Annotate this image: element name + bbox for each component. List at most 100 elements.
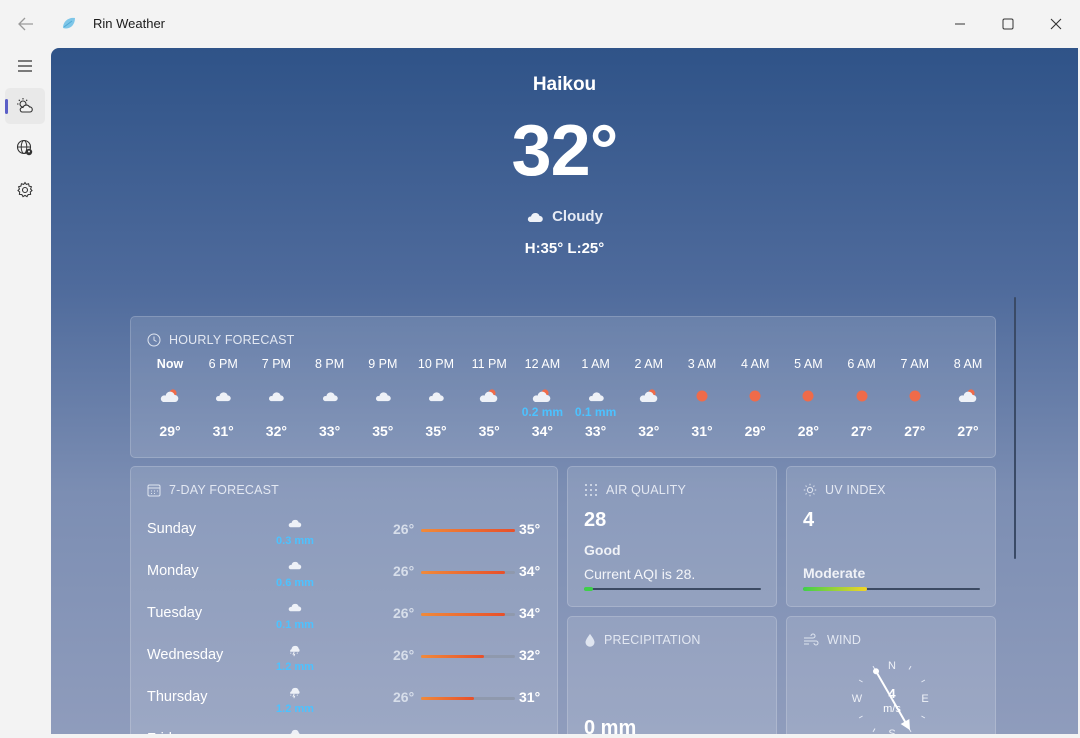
- thunderstorm-icon: [275, 685, 315, 699]
- precipitation-value: 0 mm: [584, 717, 637, 734]
- wind-speed: 4: [888, 686, 896, 701]
- wind-title: WIND: [827, 633, 862, 647]
- day-name: Wednesday: [147, 647, 224, 663]
- hour-temperature: 31°: [212, 423, 234, 439]
- hourly-item: Now 29°: [143, 357, 197, 439]
- window-title: Rin Weather: [93, 16, 166, 31]
- compass-north: N: [888, 660, 896, 672]
- wind-compass: N E W S 4 m/s: [852, 660, 929, 734]
- day-low-temperature: 26°: [393, 731, 414, 734]
- uv-scale-bar: [803, 587, 980, 591]
- nav-item-weather[interactable]: [5, 88, 45, 124]
- hour-precipitation: 0.1 mm: [574, 405, 617, 419]
- hourly-forecast-header: HOURLY FORECAST: [147, 333, 294, 347]
- hour-precipitation: [781, 405, 835, 419]
- cloud-icon: [275, 559, 315, 571]
- city-name: Haikou: [532, 74, 597, 95]
- hourly-forecast-card: HOURLY FORECAST Now 29° 6 PM 31° 7 PM 32° 8 PM…: [130, 316, 996, 458]
- wind-header: WIND: [803, 633, 861, 647]
- compass-tick: [908, 665, 912, 670]
- day-precipitation: 1.2 mm: [276, 661, 314, 673]
- day-name: Thursday: [147, 689, 208, 705]
- hour-label: 8 AM: [953, 357, 983, 371]
- day-temperature-range-fill: [421, 571, 505, 574]
- hour-label: 10 PM: [417, 357, 455, 371]
- hour-temperature: 33°: [585, 423, 607, 439]
- hourly-item: 5 AM 28°: [781, 357, 835, 439]
- cloud-icon: [527, 212, 543, 222]
- globe-location-icon: [16, 139, 33, 156]
- nav-item-settings[interactable]: [5, 172, 45, 208]
- maximize-button[interactable]: [988, 8, 1028, 40]
- weather-content[interactable]: Haikou 32° Cloudy H:35° L:25° HOURLY FOR…: [51, 48, 1078, 734]
- hourly-item: 6 AM 27°: [835, 357, 889, 439]
- gear-icon: [17, 181, 33, 198]
- hourly-item: 3 AM 31°: [675, 357, 729, 439]
- hour-temperature: 29°: [744, 423, 766, 439]
- sun-icon: [803, 483, 817, 497]
- close-icon: [1050, 18, 1062, 30]
- weather-icon: [17, 98, 33, 113]
- hour-temperature: 35°: [478, 423, 500, 439]
- precipitation-title: PRECIPITATION: [604, 633, 701, 647]
- hourly-item: 8 PM 33°: [303, 357, 357, 439]
- hour-precipitation: [888, 405, 942, 419]
- hour-label: 9 PM: [368, 357, 398, 371]
- day-name: Monday: [147, 563, 199, 579]
- day-high-temperature: 35°: [519, 521, 541, 537]
- current-temperature: 32°: [511, 111, 619, 191]
- hour-label: 4 AM: [740, 357, 770, 371]
- hour-label: 7 PM: [261, 357, 291, 371]
- compass-south: S: [888, 728, 895, 734]
- close-button[interactable]: [1036, 8, 1076, 40]
- daily-forecast-card: 7-DAY FORECAST Sunday 0.3 mm 26° 35° Monday 0…: [130, 466, 558, 734]
- hour-precipitation: [409, 405, 463, 419]
- hour-precipitation: 0.2 mm: [521, 405, 564, 419]
- back-button[interactable]: [12, 12, 40, 36]
- hourly-forecast-title: HOURLY FORECAST: [169, 333, 295, 347]
- hour-precipitation: [303, 405, 357, 419]
- minimize-button[interactable]: [940, 8, 980, 40]
- thunderstorm-icon: [275, 727, 315, 734]
- daily-forecast-title: 7-DAY FORECAST: [169, 483, 279, 497]
- day-precipitation: 1.2 mm: [276, 703, 314, 715]
- hour-temperature: 27°: [957, 423, 979, 439]
- day-precipitation: 0.1 mm: [276, 619, 314, 631]
- hour-label: 7 AM: [900, 357, 930, 371]
- day-high-temperature: 31°: [519, 731, 540, 734]
- side-navigation: [0, 48, 50, 738]
- menu-toggle-button[interactable]: [5, 48, 45, 84]
- hour-precipitation: [356, 405, 410, 419]
- hour-label: 2 AM: [634, 357, 664, 371]
- day-high-temperature: 32°: [519, 647, 541, 663]
- hourly-item: 11 PM 35°: [462, 357, 516, 439]
- hour-label: Now: [156, 357, 184, 371]
- hourly-item: 6 PM 31°: [196, 357, 250, 439]
- day-low-temperature: 26°: [393, 605, 415, 621]
- day-high-temperature: 34°: [519, 563, 541, 579]
- day-temperature-range-fill: [421, 613, 505, 616]
- hour-precipitation: [835, 405, 889, 419]
- daily-item: Tuesday 0.1 mm 26° 34°: [147, 599, 543, 637]
- hourly-item: 2 AM 32°: [622, 357, 676, 439]
- compass-tick: [858, 679, 863, 683]
- day-temperature-range-bar: [421, 529, 515, 532]
- hour-precipitation: [196, 405, 250, 419]
- hour-temperature: 32°: [638, 423, 660, 439]
- hourly-item: 10 PM 35°: [409, 357, 463, 439]
- current-condition: Cloudy: [51, 208, 1078, 225]
- precipitation-card: PRECIPITATION 0 mm: [567, 616, 777, 734]
- hourly-item: 4 AM 29°: [728, 357, 782, 439]
- day-temperature-range-fill: [421, 697, 474, 700]
- compass-east: E: [921, 693, 928, 705]
- uv-level: Moderate: [803, 565, 866, 581]
- hour-precipitation: [143, 405, 197, 419]
- calendar-icon: [147, 484, 161, 497]
- hour-temperature: 33°: [319, 423, 341, 439]
- day-temperature-range-bar: [421, 613, 515, 616]
- scrollbar[interactable]: [1014, 297, 1016, 559]
- nav-item-locations[interactable]: [5, 130, 45, 166]
- hour-temperature: 34°: [531, 423, 553, 439]
- hour-temperature: 27°: [904, 423, 926, 439]
- hour-label: 3 AM: [687, 357, 717, 371]
